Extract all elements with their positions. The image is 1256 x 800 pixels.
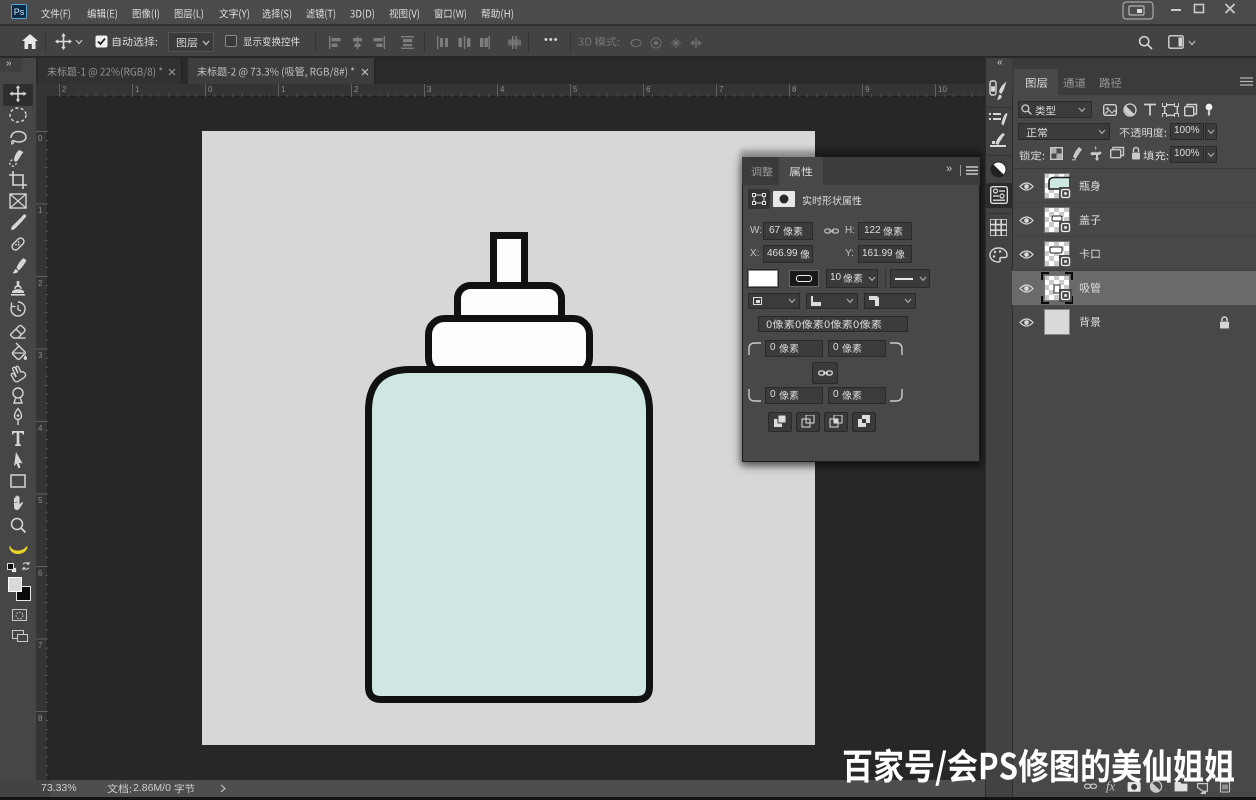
svg-text:Ps: Ps <box>14 7 25 17</box>
